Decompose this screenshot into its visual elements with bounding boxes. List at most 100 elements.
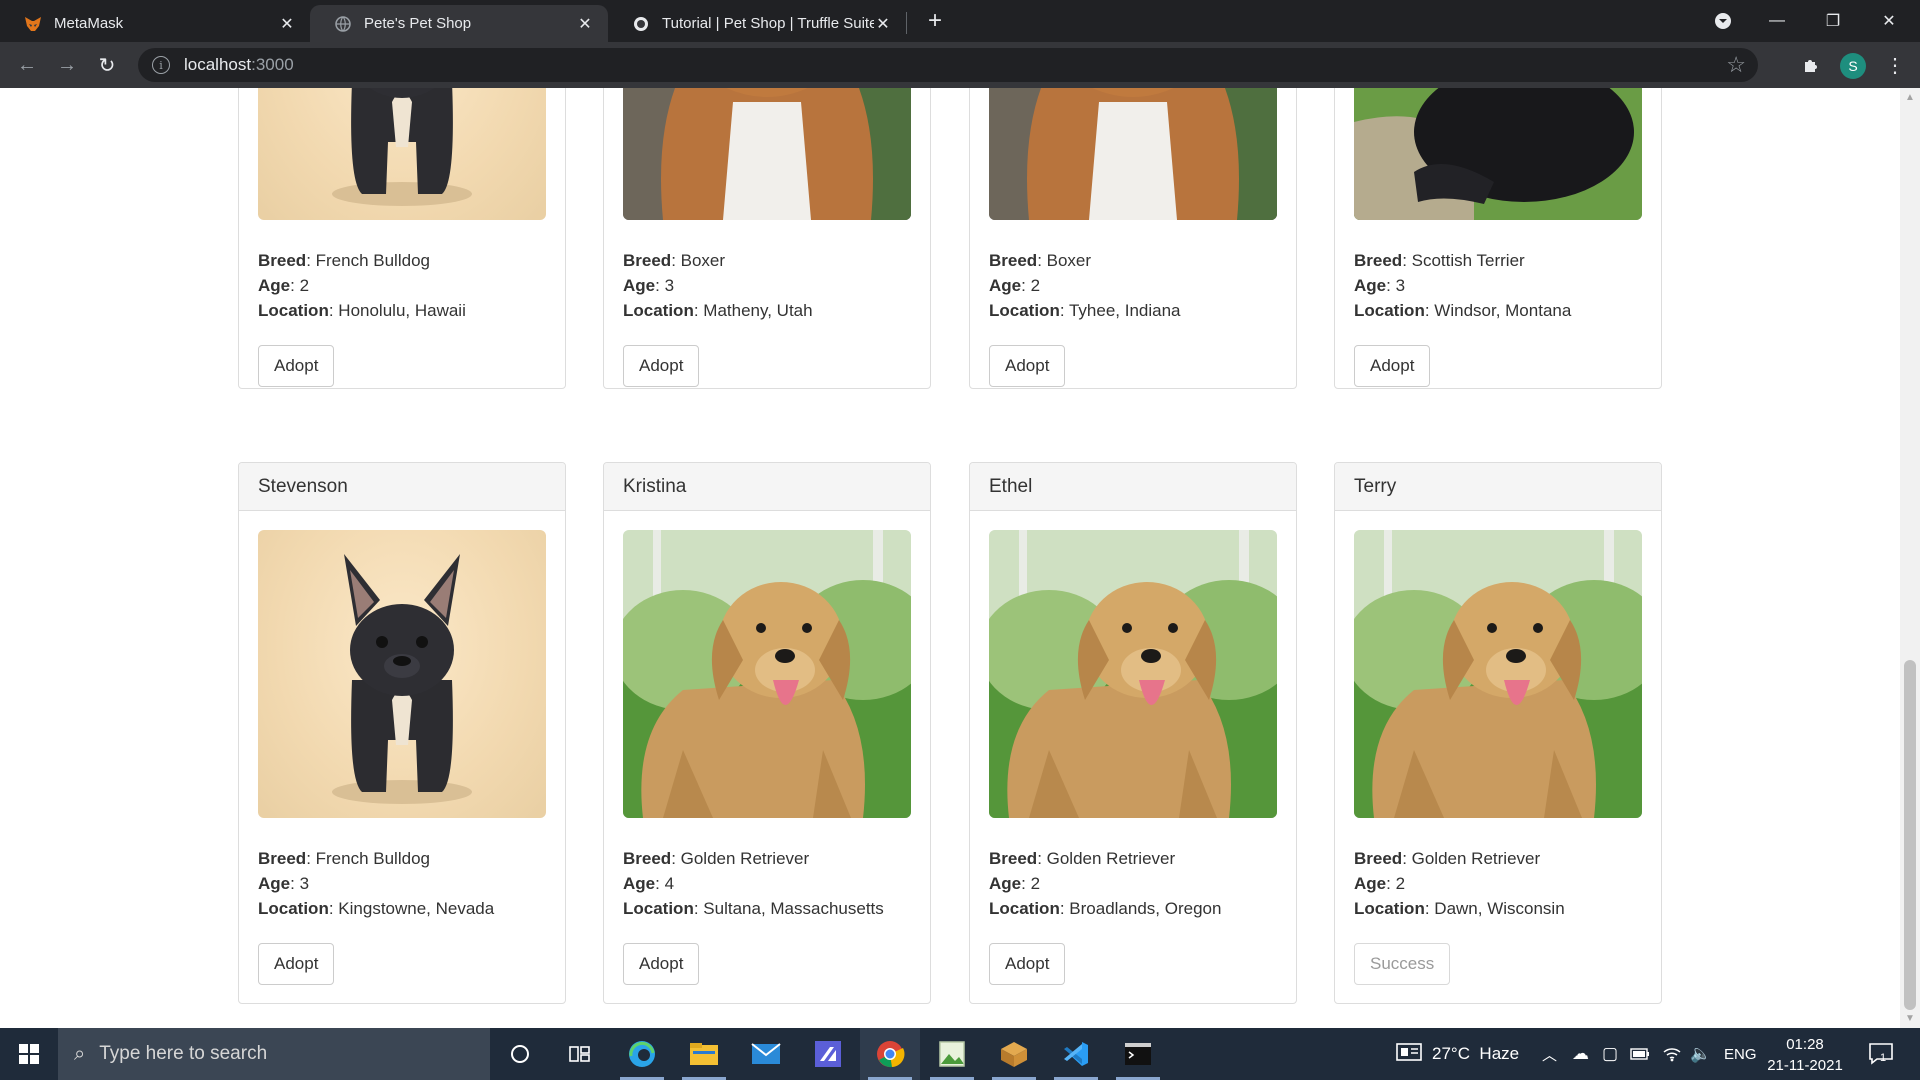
windows-taskbar: ⌕ Type here to search 27°C Haze ︿ ☁ ▢ 🔈 … [0, 1028, 1920, 1080]
pet-location: Location: Broadlands, Oregon [989, 896, 1277, 921]
browser-toolbar: ← → ↻ i localhost :3000 ☆ S ⋮ [0, 42, 1920, 88]
location-label: Location [989, 301, 1060, 320]
notification-count: 1 [1880, 1052, 1887, 1064]
age-value: : 2 [290, 276, 310, 295]
cortana-icon[interactable] [490, 1028, 550, 1080]
chrome-icon[interactable] [860, 1028, 920, 1080]
breed-label: Breed [258, 849, 307, 868]
age-value: : 2 [1021, 874, 1041, 893]
pet-location: Location: Honolulu, Hawaii [258, 298, 546, 323]
taskbar-clock[interactable]: 01:28 21-11-2021 [1760, 1034, 1850, 1076]
pet-age: Age: 2 [989, 273, 1277, 298]
show-hidden-icons-chevron-icon[interactable]: ︿ [1542, 1028, 1557, 1080]
search-placeholder: Type here to search [99, 1043, 268, 1064]
task-view-icon[interactable] [550, 1028, 610, 1080]
mail-icon[interactable] [736, 1028, 796, 1080]
address-bar[interactable]: i localhost :3000 ☆ [138, 48, 1758, 82]
minimize-icon[interactable]: — [1754, 0, 1800, 42]
visual-studio-icon[interactable] [798, 1028, 858, 1080]
adopt-button[interactable]: Adopt [1354, 345, 1431, 387]
edge-icon[interactable] [612, 1028, 672, 1080]
pet-name-header: Terry [1335, 463, 1661, 511]
tab-petes-pet-shop[interactable]: Pete's Pet Shop ✕ [310, 5, 608, 42]
wifi-icon[interactable] [1662, 1028, 1682, 1080]
terminal-icon[interactable] [1108, 1028, 1168, 1080]
scroll-up-arrow-icon[interactable]: ▲ [1905, 92, 1915, 103]
pet-details: Breed: Golden Retriever Age: 2 Location: B… [989, 846, 1277, 921]
extensions-puzzle-icon[interactable] [1796, 50, 1826, 80]
cloud-sync-icon[interactable]: ☁ [1572, 1028, 1589, 1080]
image-viewer-icon[interactable] [922, 1028, 982, 1080]
location-value: : Tyhee, Indiana [1059, 301, 1181, 320]
weather-widget[interactable]: 27°C Haze [1396, 1028, 1519, 1080]
pet-name-header: Ethel [970, 463, 1296, 511]
tab-truffle-tutorial[interactable]: Tutorial | Pet Shop | Truffle Suite ✕ [608, 5, 906, 42]
pet-name: Stevenson [258, 475, 348, 497]
adopt-success-button[interactable]: Success [1354, 943, 1451, 985]
pet-age: Age: 3 [258, 871, 546, 896]
breed-value: : Golden Retriever [1402, 849, 1541, 868]
age-label: Age [989, 874, 1022, 893]
pet-details: Breed: Boxer Age: 3 Location: Matheny, Uta… [623, 248, 911, 323]
tab-metamask[interactable]: MetaMask ✕ [0, 5, 310, 42]
close-tab-icon[interactable]: ✕ [874, 15, 892, 33]
close-tab-icon[interactable]: ✕ [278, 15, 296, 33]
location-value: : Honolulu, Hawaii [328, 301, 466, 320]
pet-card: Breed: Boxer Age: 3 Location: Matheny, Uta… [603, 88, 931, 389]
pet-location: Location: Tyhee, Indiana [989, 298, 1277, 323]
restore-icon[interactable]: ❐ [1810, 0, 1856, 42]
breed-value: : Golden Retriever [1037, 849, 1176, 868]
age-value: : 2 [1021, 276, 1041, 295]
tab-search-button[interactable] [1700, 0, 1746, 42]
pet-breed: Breed: Golden Retriever [989, 846, 1277, 871]
close-tab-icon[interactable]: ✕ [576, 15, 594, 33]
breed-value: : Scottish Terrier [1402, 251, 1525, 270]
breed-value: : Boxer [1037, 251, 1092, 270]
pet-details: Breed: Boxer Age: 2 Location: Tyhee, India… [989, 248, 1277, 323]
device-icon[interactable]: ▢ [1602, 1028, 1618, 1080]
breed-label: Breed [623, 251, 672, 270]
age-value: : 3 [290, 874, 310, 893]
taskbar-search-box[interactable]: ⌕ Type here to search [58, 1028, 490, 1080]
bookmark-star-icon[interactable]: ☆ [1726, 52, 1746, 78]
age-value: : 4 [655, 874, 675, 893]
close-window-icon[interactable]: ✕ [1866, 0, 1912, 42]
adopt-button[interactable]: Adopt [989, 943, 1066, 985]
back-arrow-icon[interactable]: ← [12, 50, 42, 80]
pet-card: Stevenson Breed: French Bulldog Age: 3 Loca… [238, 462, 566, 1004]
new-tab-button[interactable]: + [922, 7, 948, 34]
metamask-fox-icon [24, 15, 42, 33]
forward-arrow-icon[interactable]: → [52, 50, 82, 80]
menu-kebab-icon[interactable]: ⋮ [1880, 50, 1910, 80]
location-value: : Kingstowne, Nevada [328, 899, 495, 918]
language-indicator[interactable]: ENG [1724, 1028, 1757, 1080]
pet-details: Breed: Golden Retriever Age: 2 Location: D… [1354, 846, 1642, 921]
profile-avatar[interactable]: S [1840, 53, 1866, 79]
age-label: Age [1354, 276, 1387, 295]
scroll-down-arrow-icon[interactable]: ▼ [1905, 1013, 1915, 1024]
battery-icon[interactable] [1630, 1028, 1650, 1080]
pet-breed: Breed: Boxer [989, 248, 1277, 273]
vscode-icon[interactable] [1046, 1028, 1106, 1080]
location-value: : Windsor, Montana [1424, 301, 1572, 320]
location-label: Location [258, 301, 329, 320]
windows-start-icon[interactable] [0, 1028, 58, 1080]
adopt-button[interactable]: Adopt [258, 345, 335, 387]
age-label: Age [1354, 874, 1387, 893]
adopt-button[interactable]: Adopt [258, 943, 335, 985]
site-info-icon[interactable]: i [152, 56, 170, 74]
volume-icon[interactable]: 🔈 [1690, 1028, 1711, 1080]
weather-text: 27°C Haze [1432, 1044, 1520, 1063]
adopt-button[interactable]: Adopt [989, 345, 1066, 387]
pet-name-header: Kristina [604, 463, 930, 511]
adopt-button[interactable]: Adopt [623, 943, 700, 985]
notifications-icon[interactable]: 1 [1868, 1028, 1893, 1080]
location-label: Location [623, 301, 694, 320]
scroll-thumb[interactable] [1904, 660, 1916, 1010]
adopt-button[interactable]: Adopt [623, 345, 700, 387]
reload-icon[interactable]: ↻ [92, 50, 122, 80]
file-explorer-icon[interactable] [674, 1028, 734, 1080]
page-scrollbar[interactable]: ▲ ▼ [1900, 88, 1920, 1028]
pet-photo [1354, 530, 1642, 818]
package-app-icon[interactable] [984, 1028, 1044, 1080]
